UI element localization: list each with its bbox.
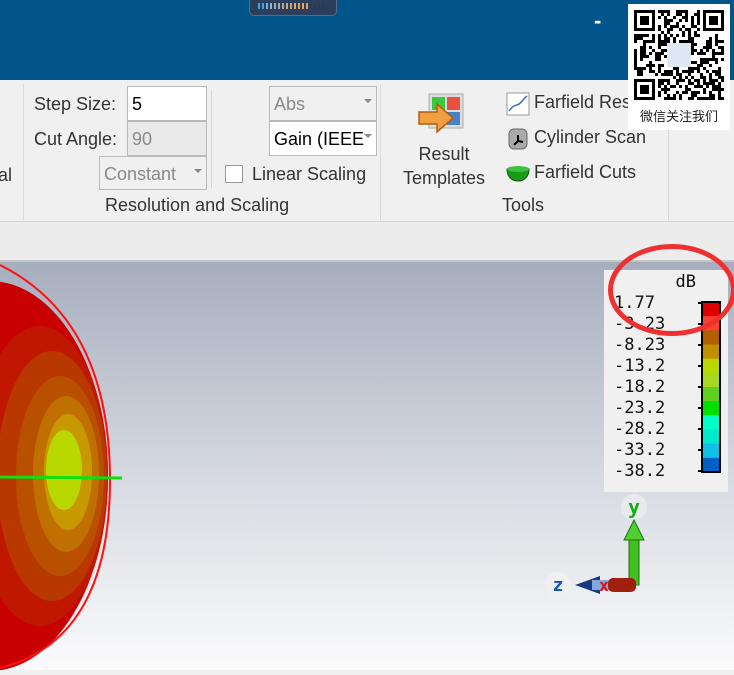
minimize-button[interactable]: - [594, 8, 601, 34]
line-chart-icon [506, 92, 530, 116]
cylinder-scan-button[interactable]: Cylinder Scan [506, 127, 656, 153]
color-bar-segment [702, 443, 720, 459]
color-bar-segment [702, 372, 720, 388]
result-templates-label: Result Templates [402, 144, 486, 188]
qr-caption: 微信关注我们 [639, 109, 718, 124]
legend-value: -23.2 [614, 398, 666, 418]
gain-select-value: Gain (IEEE [274, 129, 365, 149]
legend-value: -8.23 [614, 335, 666, 355]
abs-select[interactable]: Abs [269, 86, 377, 121]
cut-angle-input[interactable]: 90 [127, 121, 207, 156]
color-bar-segment [702, 415, 720, 430]
color-bar-segment [702, 429, 720, 445]
farfield-cuts-button[interactable]: Farfield Cuts [506, 162, 656, 188]
ribbon: al Step Size: 5 Cut Angle: 90 Constant A… [0, 80, 734, 222]
linear-scaling-checkbox[interactable] [225, 165, 243, 183]
cylinder-icon [508, 128, 528, 150]
farfield-result-button[interactable]: Farfield Res [506, 92, 636, 118]
constant-select-value: Constant [104, 164, 177, 184]
status-meter [249, 0, 337, 16]
step-size-label: Step Size: [34, 94, 117, 114]
farfield-result-label: Farfield Res [534, 92, 632, 112]
qr-code-overlay: 微信关注我们 [628, 4, 730, 130]
annotation-circle [608, 244, 734, 336]
tab-strip [0, 222, 734, 262]
title-bar: - [0, 0, 734, 80]
partial-label: al [0, 165, 13, 185]
abs-select-value: Abs [274, 94, 306, 114]
color-bar-segment [702, 401, 720, 416]
chevron-down-icon [194, 169, 202, 173]
legend-value: -18.2 [614, 377, 666, 397]
linear-scaling-label: Linear Scaling [252, 164, 367, 184]
legend-value: -28.2 [614, 419, 666, 439]
gain-select[interactable]: Gain (IEEE [269, 121, 377, 156]
constant-select[interactable]: Constant [99, 156, 207, 190]
result-templates-icon [418, 93, 464, 134]
qr-code-icon [634, 10, 724, 100]
farfield-cuts-icon [506, 166, 530, 182]
color-bar-segment [702, 344, 720, 360]
color-bar-segment [702, 387, 720, 402]
result-templates-button[interactable]: Result Templates [397, 88, 491, 190]
chevron-down-icon [364, 99, 372, 103]
resolution-group-label: Resolution and Scaling [105, 195, 290, 215]
x-axis-label: x [599, 576, 609, 595]
legend-value: -33.2 [614, 440, 666, 460]
color-bar-segment [702, 330, 720, 345]
legend-value: -13.2 [614, 356, 666, 376]
color-bar-segment [702, 358, 720, 374]
step-size-input[interactable]: 5 [127, 86, 207, 121]
color-bar-segment [702, 457, 720, 473]
chevron-down-icon [364, 134, 372, 138]
y-axis-label: y [628, 495, 640, 519]
z-axis-label: z [553, 575, 564, 596]
tools-group-label: Tools [502, 195, 545, 215]
cylinder-scan-label: Cylinder Scan [534, 127, 647, 147]
farfield-cuts-label: Farfield Cuts [534, 162, 637, 182]
cut-angle-label: Cut Angle: [34, 129, 118, 149]
legend-value: -38.2 [614, 461, 666, 481]
